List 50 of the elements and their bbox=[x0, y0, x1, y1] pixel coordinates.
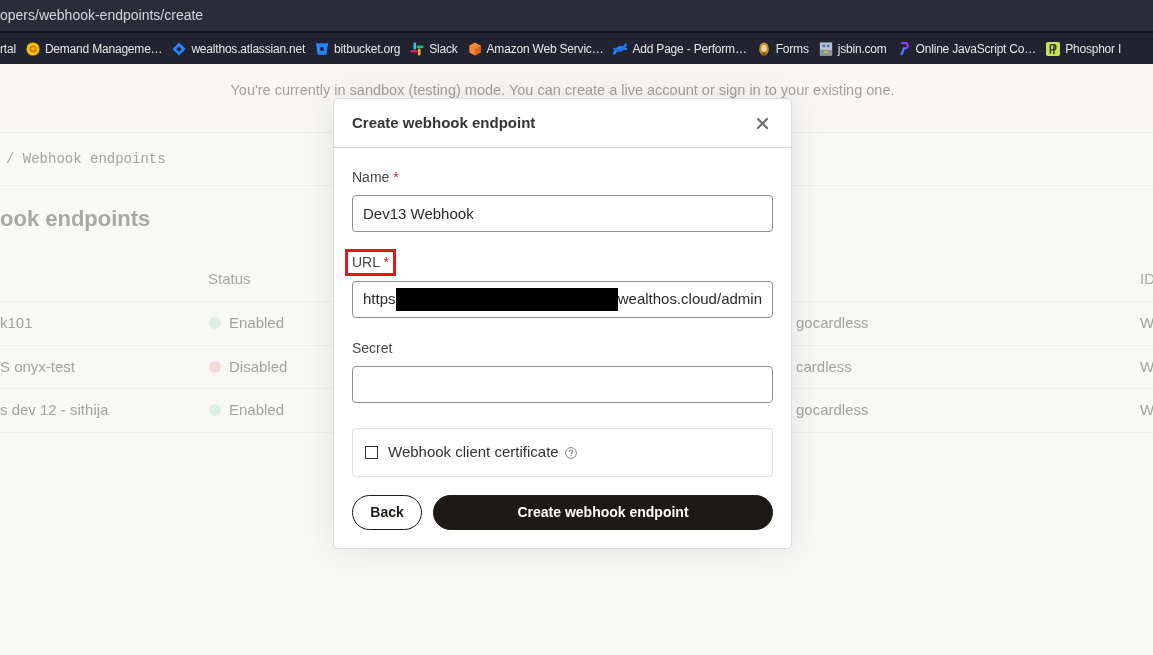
bookmark-link[interactable]: bitbucket.org bbox=[315, 39, 401, 58]
page-heading: ook endpoints bbox=[0, 206, 151, 232]
bookmark-link[interactable]: Slack bbox=[410, 39, 458, 58]
cross-icon bbox=[613, 41, 628, 56]
close-button[interactable] bbox=[757, 117, 768, 129]
table-cell-text: cardless bbox=[796, 356, 852, 377]
bookmark-link[interactable]: Online JavaScript Co… bbox=[896, 39, 1037, 58]
table-cell-text: gocardless bbox=[796, 313, 869, 333]
close-icon bbox=[757, 117, 768, 129]
checkbox[interactable] bbox=[365, 446, 378, 459]
diamond-icon bbox=[172, 41, 187, 56]
emblem-icon bbox=[756, 41, 771, 56]
field-value: https bbox=[363, 289, 396, 310]
bin-icon bbox=[818, 41, 833, 56]
input-field[interactable]: https wealthos.cloud/admin bbox=[352, 281, 773, 318]
table-cell-text: Enabled bbox=[229, 400, 285, 420]
help-icon[interactable] bbox=[564, 446, 577, 459]
field-label: URL * bbox=[352, 254, 389, 271]
bookmark-link[interactable]: Amazon Web Servic… bbox=[467, 39, 604, 58]
table-cell-text: Disabled bbox=[229, 356, 288, 377]
field-label: Name * bbox=[352, 169, 399, 186]
input-field[interactable]: Dev13 Webhook bbox=[352, 195, 773, 232]
cube-icon bbox=[467, 41, 482, 56]
field-label: Secret bbox=[352, 340, 393, 357]
table-cell-text: k101 bbox=[0, 313, 33, 333]
bookmark-link[interactable]: Demand Manageme… bbox=[25, 39, 163, 58]
banner-text: You're currently in sandbox (testing) mode. You can create a live account or sign in to your existing one. bbox=[230, 82, 895, 99]
bucket-icon bbox=[315, 41, 330, 56]
dialog-title: Create webhook endpoint bbox=[352, 112, 536, 133]
tile-icon bbox=[1046, 41, 1061, 56]
bookmark-link[interactable]: Add Page - Perform… bbox=[613, 39, 747, 58]
bookmark-link[interactable]: rtal bbox=[0, 39, 16, 58]
back-button[interactable]: Back bbox=[352, 495, 422, 530]
bookmark-link[interactable]: Forms bbox=[756, 39, 809, 58]
table-cell-text: S onyx-test bbox=[0, 356, 76, 377]
hash-icon bbox=[410, 41, 425, 56]
bookmark-link[interactable]: jsbin.com bbox=[818, 39, 887, 58]
bookmark-link[interactable]: Phosphor I bbox=[1046, 39, 1122, 58]
sun-icon bbox=[25, 41, 40, 56]
submit-button[interactable]: Create webhook endpoint bbox=[433, 495, 773, 530]
address-bar[interactable]: opers/webhook-endpoints/create bbox=[0, 0, 1153, 33]
checkbox-label: Webhook client certificate bbox=[388, 442, 559, 463]
column-header: Status bbox=[208, 269, 251, 290]
table-cell-text: Enabled bbox=[229, 313, 285, 333]
input-field[interactable] bbox=[352, 366, 773, 403]
bookmark-link[interactable]: wealthos.atlassian.net bbox=[172, 39, 306, 58]
table-cell-text: s dev 12 - sithija bbox=[0, 400, 109, 420]
field-value: wealthos.cloud/admin bbox=[617, 289, 762, 310]
breadcrumb-text: / Webhook endpoints bbox=[6, 151, 166, 167]
table-cell-text: gocardless bbox=[796, 400, 869, 420]
